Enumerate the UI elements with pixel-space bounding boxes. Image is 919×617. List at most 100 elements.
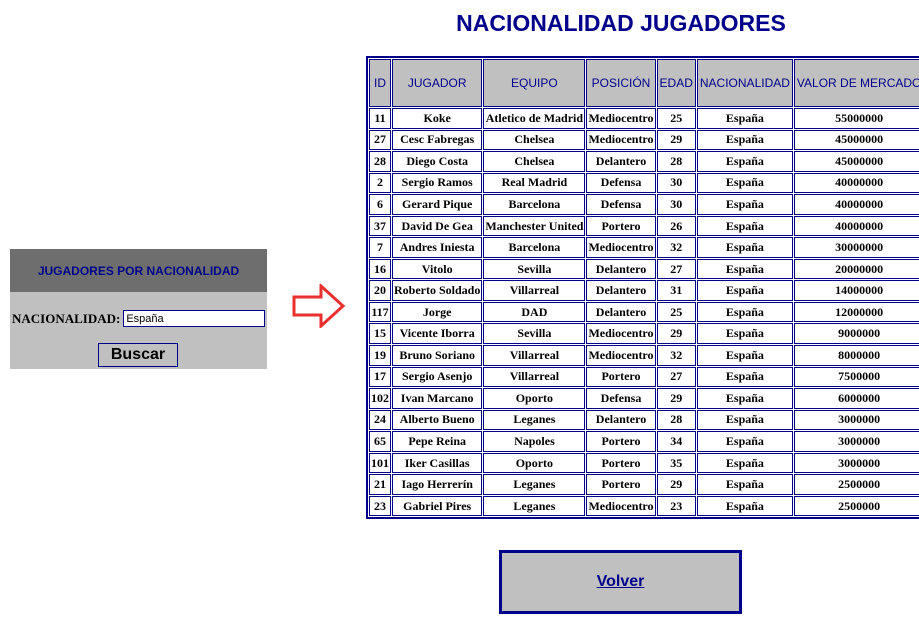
cell-valor: 3000000: [793, 452, 919, 474]
cell-jugador: Pepe Reina: [392, 431, 483, 452]
cell-valor: 3000000: [793, 409, 919, 431]
column-header-posicion: POSICIÓN: [586, 59, 656, 107]
table-row: 28 Diego Costa Chelsea Delantero 28 España 450…: [369, 151, 919, 172]
cell-equipo: Manchester United: [483, 215, 586, 237]
cell-id: 6: [369, 194, 391, 215]
cell-posicion: Mediocentro: [586, 129, 656, 151]
cell-edad: 32: [656, 345, 696, 366]
cell-posicion: Portero: [586, 474, 656, 495]
table-row: 24 Alberto Bueno Leganes Delantero 28 España 3…: [369, 409, 919, 431]
cell-jugador: David De Gea: [392, 215, 483, 237]
column-header-id: ID: [369, 59, 391, 107]
cell-edad: 34: [656, 431, 696, 452]
cell-jugador: Vitolo: [392, 258, 483, 280]
cell-edad: 25: [656, 108, 696, 129]
cell-nacionalidad: España: [696, 301, 793, 323]
cell-equipo: Leganes: [483, 409, 586, 431]
cell-valor: 3000000: [793, 431, 919, 452]
table-row: 17 Sergio Asenjo Villarreal Portero 27 España…: [369, 366, 919, 388]
cell-valor: 7500000: [793, 366, 919, 388]
table-header-row: ID JUGADOR EQUIPO POSICIÓN EDAD NACIONAL…: [369, 59, 919, 107]
cell-valor: 40000000: [793, 194, 919, 215]
cell-equipo: Sevilla: [483, 323, 586, 345]
cell-edad: 29: [656, 323, 696, 345]
cell-edad: 29: [656, 388, 696, 409]
cell-posicion: Defensa: [586, 194, 656, 215]
cell-edad: 28: [656, 409, 696, 431]
cell-equipo: DAD: [483, 301, 586, 323]
search-button[interactable]: Buscar: [98, 343, 178, 367]
cell-id: 7: [369, 237, 391, 258]
cell-jugador: Andres Iniesta: [392, 237, 483, 258]
cell-edad: 27: [656, 366, 696, 388]
cell-id: 2: [369, 172, 391, 194]
table-row: 65 Pepe Reina Napoles Portero 34 España 300000…: [369, 431, 919, 452]
nationality-label: NACIONALIDAD:: [12, 310, 121, 326]
cell-nacionalidad: España: [696, 495, 793, 517]
cell-nacionalidad: España: [696, 151, 793, 172]
cell-posicion: Delantero: [586, 151, 656, 172]
table-row: 21 Iago Herrerín Leganes Portero 29 España 250…: [369, 474, 919, 495]
cell-equipo: Oporto: [483, 452, 586, 474]
cell-equipo: Atletico de Madrid: [483, 108, 586, 129]
cell-edad: 23: [656, 495, 696, 517]
cell-edad: 30: [656, 172, 696, 194]
cell-id: 15: [369, 323, 391, 345]
cell-posicion: Delantero: [586, 409, 656, 431]
cell-jugador: Jorge: [392, 301, 483, 323]
cell-posicion: Mediocentro: [586, 345, 656, 366]
cell-edad: 32: [656, 237, 696, 258]
cell-nacionalidad: España: [696, 215, 793, 237]
cell-nacionalidad: España: [696, 280, 793, 301]
table-row: 11 Koke Atletico de Madrid Mediocentro 25 Esp…: [369, 108, 919, 129]
table-row: 27 Cesc Fabregas Chelsea Mediocentro 29 Españ…: [369, 129, 919, 151]
cell-equipo: Villarreal: [483, 280, 586, 301]
cell-nacionalidad: España: [696, 108, 793, 129]
table-row: 15 Vicente Iborra Sevilla Mediocentro 29 Espa…: [369, 323, 919, 345]
cell-valor: 12000000: [793, 301, 919, 323]
cell-nacionalidad: España: [696, 366, 793, 388]
cell-id: 11: [369, 108, 391, 129]
cell-posicion: Mediocentro: [586, 237, 656, 258]
cell-nacionalidad: España: [696, 474, 793, 495]
cell-edad: 29: [656, 129, 696, 151]
cell-jugador: Iker Casillas: [392, 452, 483, 474]
cell-equipo: Chelsea: [483, 129, 586, 151]
cell-valor: 8000000: [793, 345, 919, 366]
cell-id: 117: [369, 301, 391, 323]
cell-nacionalidad: España: [696, 388, 793, 409]
page-title: NACIONALIDAD JUGADORES: [456, 10, 786, 36]
cell-jugador: Iago Herrerín: [392, 474, 483, 495]
cell-id: 21: [369, 474, 391, 495]
page: JUGADORES POR NACIONALIDAD NACIONALIDAD:…: [0, 0, 919, 617]
back-button[interactable]: Volver: [499, 550, 742, 614]
cell-posicion: Delantero: [586, 280, 656, 301]
cell-valor: 40000000: [793, 172, 919, 194]
column-header-jugador: JUGADOR: [392, 59, 483, 107]
cell-valor: 20000000: [793, 258, 919, 280]
cell-posicion: Portero: [586, 215, 656, 237]
cell-id: 65: [369, 431, 391, 452]
cell-edad: 35: [656, 452, 696, 474]
cell-jugador: Sergio Asenjo: [392, 366, 483, 388]
cell-valor: 45000000: [793, 129, 919, 151]
cell-nacionalidad: España: [696, 237, 793, 258]
cell-id: 28: [369, 151, 391, 172]
table-row: 7 Andres Iniesta Barcelona Mediocentro 32 Esp…: [369, 237, 919, 258]
cell-id: 16: [369, 258, 391, 280]
cell-nacionalidad: España: [696, 194, 793, 215]
cell-equipo: Villarreal: [483, 345, 586, 366]
cell-jugador: Gerard Pique: [392, 194, 483, 215]
cell-valor: 45000000: [793, 151, 919, 172]
cell-equipo: Villarreal: [483, 366, 586, 388]
nationality-input[interactable]: [123, 310, 266, 327]
cell-equipo: Napoles: [483, 431, 586, 452]
cell-jugador: Cesc Fabregas: [392, 129, 483, 151]
cell-equipo: Oporto: [483, 388, 586, 409]
cell-nacionalidad: España: [696, 129, 793, 151]
cell-nacionalidad: España: [696, 172, 793, 194]
column-header-valor: VALOR DE MERCADO: [793, 59, 919, 107]
cell-jugador: Bruno Soriano: [392, 345, 483, 366]
cell-valor: 2500000: [793, 495, 919, 517]
table-row: 37 David De Gea Manchester United Portero 26…: [369, 215, 919, 237]
